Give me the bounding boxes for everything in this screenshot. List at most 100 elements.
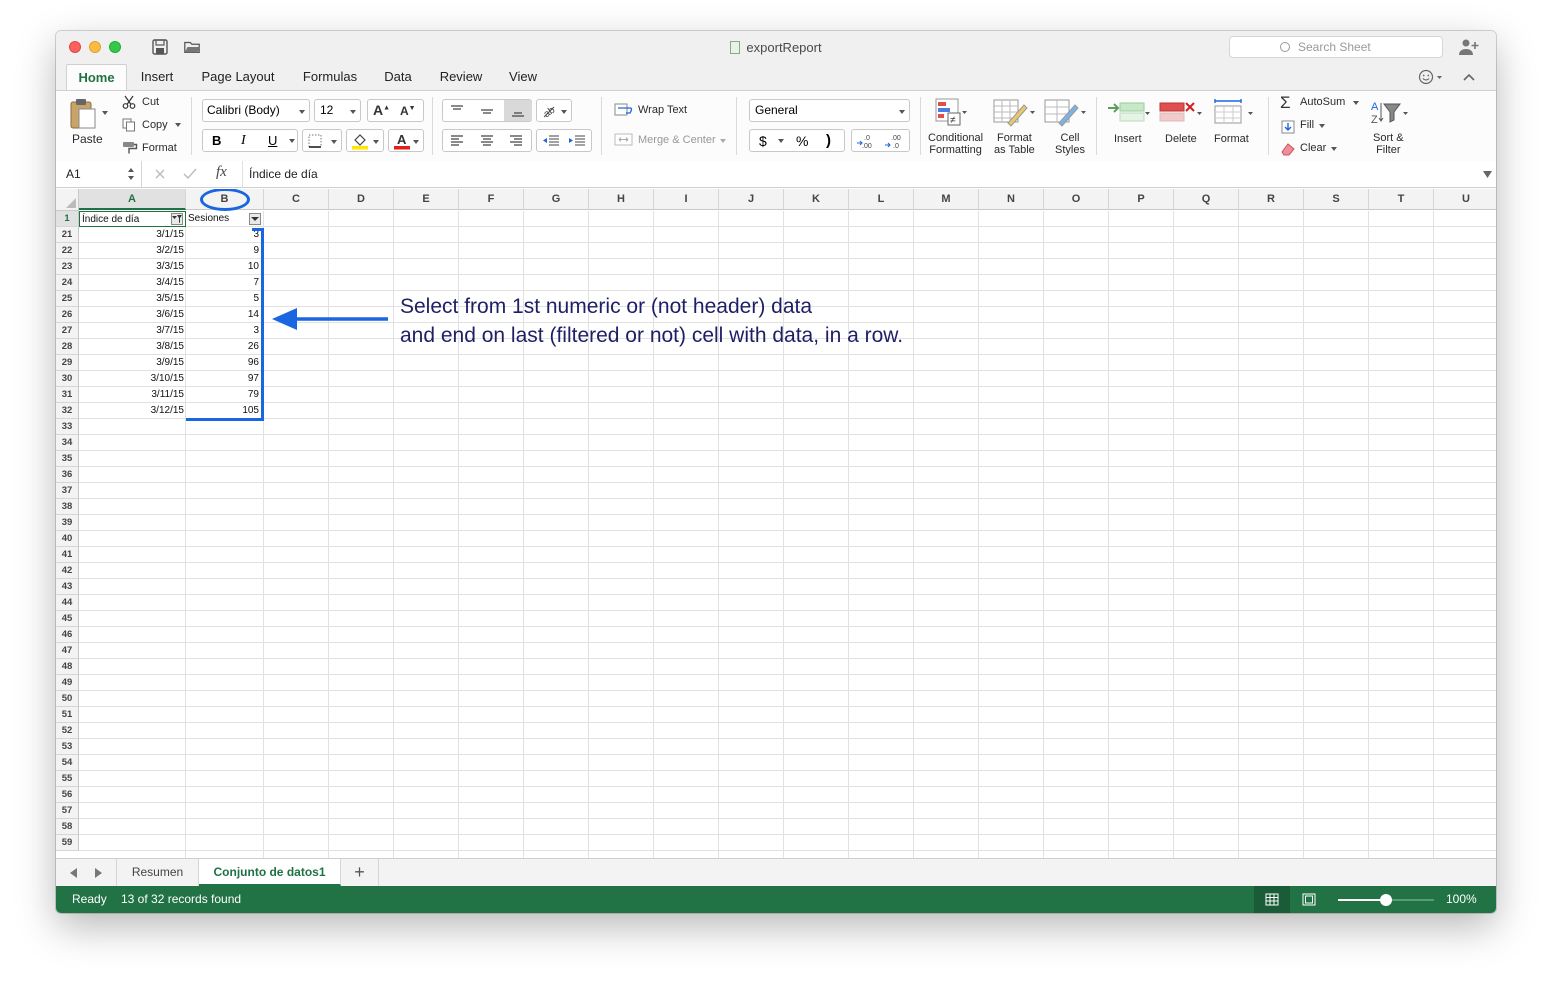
collapse-ribbon-icon[interactable] — [1462, 71, 1476, 83]
decrease-decimal-icon[interactable]: .00.0 — [884, 133, 906, 149]
format-cells-icon[interactable] — [1211, 97, 1255, 125]
column-header-p[interactable]: P — [1109, 189, 1174, 210]
underline-button[interactable]: U — [268, 133, 277, 148]
row-header[interactable]: 31 — [56, 387, 79, 403]
paste-icon[interactable] — [68, 97, 100, 131]
row-header[interactable]: 35 — [56, 451, 79, 467]
formula-content[interactable]: Índice de día — [242, 161, 318, 187]
sheet-tab-conjunto-de-datos1[interactable]: Conjunto de datos1 — [199, 859, 341, 886]
wrap-text-button[interactable]: Wrap Text — [638, 104, 687, 116]
tab-home[interactable]: Home — [66, 64, 127, 91]
row-header[interactable]: 46 — [56, 627, 79, 643]
currency-dropdown-icon[interactable] — [778, 139, 784, 146]
format-as-table-label[interactable]: Format as Table — [994, 132, 1035, 156]
cut-button[interactable]: Cut — [142, 96, 159, 108]
sessions-cell[interactable]: 97 — [186, 371, 261, 386]
date-cell[interactable]: 3/8/15 — [79, 339, 186, 354]
row-header[interactable]: 39 — [56, 515, 79, 531]
column-header-t[interactable]: T — [1369, 189, 1434, 210]
row-header[interactable]: 42 — [56, 563, 79, 579]
row-header[interactable]: 29 — [56, 355, 79, 371]
zoom-slider-knob[interactable] — [1380, 894, 1392, 906]
sort-filter-label[interactable]: Sort & Filter — [1373, 132, 1404, 156]
insert-cells-icon[interactable] — [1106, 99, 1150, 125]
date-cell[interactable]: 3/10/15 — [79, 371, 186, 386]
column-header-d[interactable]: D — [329, 189, 394, 210]
column-header-n[interactable]: N — [979, 189, 1044, 210]
row-header[interactable]: 26 — [56, 307, 79, 323]
insert-function-button[interactable]: fx — [216, 164, 227, 181]
date-cell[interactable]: 3/5/15 — [79, 291, 186, 306]
tab-insert[interactable]: Insert — [132, 64, 182, 91]
row-header[interactable]: 23 — [56, 259, 79, 275]
scissors-icon[interactable] — [122, 95, 136, 109]
format-painter-button[interactable]: Format — [142, 142, 177, 154]
align-center-icon[interactable] — [480, 134, 494, 148]
sessions-cell[interactable]: 9 — [186, 243, 261, 258]
sheet-tab-resumen[interactable]: Resumen — [116, 859, 199, 886]
sessions-cell[interactable]: 79 — [186, 387, 261, 402]
increase-font-size-icon[interactable]: A▲ — [373, 102, 390, 118]
eraser-icon[interactable] — [1280, 142, 1296, 156]
sessions-cell[interactable]: 96 — [186, 355, 261, 370]
row-header[interactable]: 32 — [56, 403, 79, 419]
merge-center-icon[interactable] — [614, 132, 634, 148]
decrease-indent-icon[interactable] — [542, 134, 560, 148]
select-all-corner[interactable] — [56, 189, 79, 211]
column-header-m[interactable]: M — [914, 189, 979, 210]
tab-page-layout[interactable]: Page Layout — [194, 64, 282, 91]
format-painter-icon[interactable] — [122, 141, 138, 155]
date-cell[interactable]: 3/11/15 — [79, 387, 186, 402]
cell-styles-label[interactable]: Cell Styles — [1055, 132, 1085, 156]
sessions-cell[interactable]: 10 — [186, 259, 261, 274]
align-bottom-button[interactable] — [504, 100, 532, 121]
row-header[interactable]: 24 — [56, 275, 79, 291]
sessions-cell[interactable]: 14 — [186, 307, 261, 322]
tab-review[interactable]: Review — [435, 64, 487, 91]
row-header[interactable]: 21 — [56, 227, 79, 243]
row-header[interactable]: 54 — [56, 755, 79, 771]
row-header[interactable]: 55 — [56, 771, 79, 787]
row-header[interactable]: 22 — [56, 243, 79, 259]
autosum-icon[interactable]: Σ — [1280, 93, 1291, 113]
row-header[interactable]: 33 — [56, 419, 79, 435]
page-layout-view-button[interactable] — [1291, 886, 1327, 913]
row-header[interactable]: 53 — [56, 739, 79, 755]
delete-cells-button[interactable]: Delete — [1165, 133, 1197, 145]
currency-button[interactable]: $ — [759, 133, 767, 149]
sessions-cell[interactable]: 7 — [186, 275, 261, 290]
column-header-e[interactable]: E — [394, 189, 459, 210]
row-header[interactable]: 34 — [56, 435, 79, 451]
tab-formulas[interactable]: Formulas — [294, 64, 366, 91]
row-header[interactable]: 56 — [56, 787, 79, 803]
column-header-r[interactable]: R — [1239, 189, 1304, 210]
tab-data[interactable]: Data — [377, 64, 419, 91]
clear-dropdown-icon[interactable] — [1331, 147, 1337, 154]
row-header[interactable]: 44 — [56, 595, 79, 611]
normal-view-button[interactable] — [1254, 886, 1290, 913]
sessions-cell[interactable]: 3 — [186, 227, 261, 242]
align-right-icon[interactable] — [509, 134, 523, 148]
insert-cells-button[interactable]: Insert — [1114, 133, 1142, 145]
row-header[interactable]: 30 — [56, 371, 79, 387]
column-header-c[interactable]: C — [264, 189, 329, 210]
borders-button[interactable] — [302, 129, 342, 152]
paste-label[interactable]: Paste — [72, 132, 103, 146]
row-header[interactable]: 57 — [56, 803, 79, 819]
sessions-cell[interactable]: 3 — [186, 323, 261, 338]
row-header[interactable]: 58 — [56, 819, 79, 835]
conditional-formatting-icon[interactable]: ≠ — [934, 97, 968, 127]
prev-sheet-icon[interactable] — [70, 868, 78, 878]
decrease-font-size-icon[interactable]: A▼ — [400, 104, 416, 118]
delete-cells-icon[interactable] — [1158, 99, 1202, 125]
align-top-icon[interactable] — [450, 104, 464, 118]
row-header[interactable]: 41 — [56, 547, 79, 563]
merge-dropdown-icon[interactable] — [720, 139, 726, 146]
row-header[interactable]: 43 — [56, 579, 79, 595]
column-header-j[interactable]: J — [719, 189, 784, 210]
row-header[interactable]: 25 — [56, 291, 79, 307]
increase-indent-icon[interactable] — [568, 134, 586, 148]
confirm-entry-icon[interactable] — [183, 168, 197, 180]
zoom-slider[interactable] — [1338, 894, 1434, 906]
column-header-o[interactable]: O — [1044, 189, 1109, 210]
